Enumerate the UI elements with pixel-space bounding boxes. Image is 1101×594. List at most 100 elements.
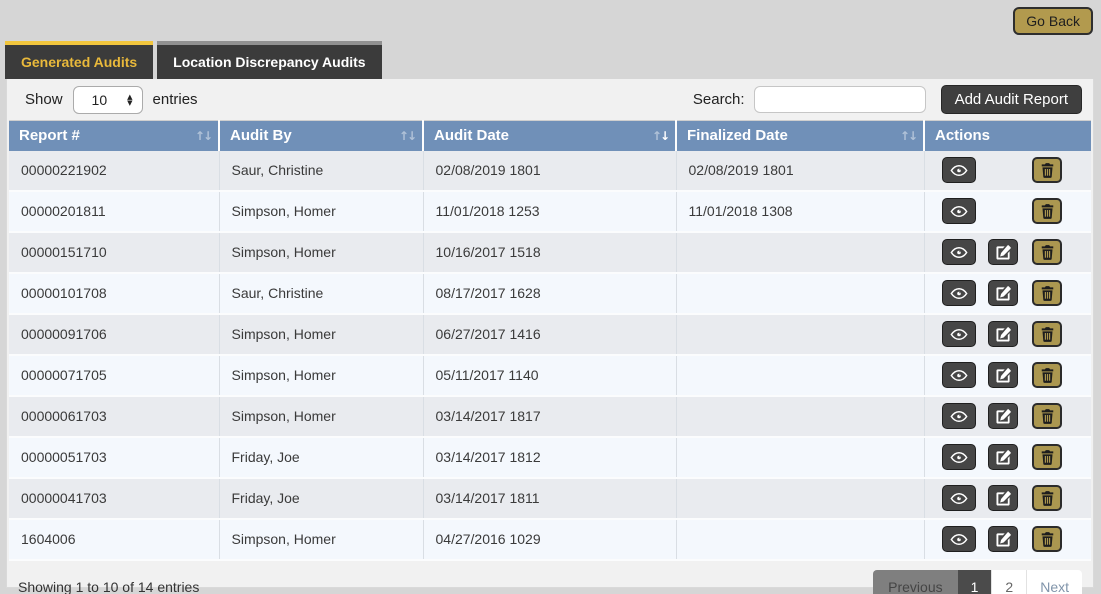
- view-button[interactable]: [942, 280, 976, 306]
- delete-button[interactable]: [1032, 362, 1062, 388]
- column-header-audit-by[interactable]: Audit By↑↓: [219, 121, 423, 151]
- cell-actions: [924, 314, 1091, 355]
- delete-button[interactable]: [1032, 403, 1062, 429]
- cell-audit-date: 11/01/2018 1253: [423, 191, 676, 232]
- show-entries-select[interactable]: 10 ▲▼: [73, 86, 143, 114]
- edit-button[interactable]: [988, 321, 1018, 347]
- action-slot: [937, 321, 981, 347]
- edit-icon: [996, 491, 1011, 506]
- cell-audit-by: Friday, Joe: [219, 437, 423, 478]
- action-slot: [1025, 444, 1069, 470]
- view-button[interactable]: [942, 198, 976, 224]
- cell-audit-date: 08/17/2017 1628: [423, 273, 676, 314]
- tab-location-discrepancy-audits[interactable]: Location Discrepancy Audits: [157, 41, 381, 79]
- view-button[interactable]: [942, 485, 976, 511]
- cell-actions: [924, 273, 1091, 314]
- cell-audit-by: Saur, Christine: [219, 273, 423, 314]
- cell-report-number: 00000071705: [9, 355, 219, 396]
- delete-button[interactable]: [1032, 280, 1062, 306]
- eye-icon: [950, 328, 968, 341]
- table-row: 00000201811Simpson, Homer11/01/2018 1253…: [9, 191, 1091, 232]
- page-button-2[interactable]: 2: [991, 570, 1026, 594]
- delete-button[interactable]: [1032, 198, 1062, 224]
- cell-finalized-date: [676, 519, 924, 560]
- cell-audit-date: 05/11/2017 1140: [423, 355, 676, 396]
- show-label: Show: [25, 91, 63, 108]
- cell-audit-by: Simpson, Homer: [219, 355, 423, 396]
- action-slot: [937, 444, 981, 470]
- table-row: 00000061703Simpson, Homer03/14/2017 1817: [9, 396, 1091, 437]
- edit-icon: [996, 532, 1011, 547]
- eye-icon: [950, 533, 968, 546]
- sort-icon: ↑↓: [195, 129, 211, 143]
- action-slot: [981, 485, 1025, 511]
- next-page-button[interactable]: Next: [1026, 570, 1082, 594]
- view-button[interactable]: [942, 526, 976, 552]
- action-slot: [937, 485, 981, 511]
- tab-label: Location Discrepancy Audits: [173, 54, 365, 70]
- edit-button[interactable]: [988, 239, 1018, 265]
- cell-finalized-date: [676, 314, 924, 355]
- cell-audit-date: 03/14/2017 1817: [423, 396, 676, 437]
- page-button-1[interactable]: 1: [958, 570, 992, 594]
- action-slot: [981, 280, 1025, 306]
- go-back-button[interactable]: Go Back: [1013, 7, 1093, 35]
- view-button[interactable]: [942, 321, 976, 347]
- cell-report-number: 00000221902: [9, 151, 219, 191]
- cell-actions: [924, 478, 1091, 519]
- edit-button[interactable]: [988, 485, 1018, 511]
- trash-icon: [1041, 204, 1054, 219]
- action-slot: [1025, 280, 1069, 306]
- previous-page-button[interactable]: Previous: [873, 570, 957, 594]
- column-header-report[interactable]: Report #↑↓: [9, 121, 219, 151]
- delete-button[interactable]: [1032, 444, 1062, 470]
- delete-button[interactable]: [1032, 526, 1062, 552]
- action-slot: [1025, 485, 1069, 511]
- cell-finalized-date: [676, 273, 924, 314]
- view-button[interactable]: [942, 362, 976, 388]
- trash-icon: [1041, 450, 1054, 465]
- column-header-audit-date[interactable]: Audit Date↑↓: [423, 121, 676, 151]
- delete-button[interactable]: [1032, 321, 1062, 347]
- trash-icon: [1041, 409, 1054, 424]
- column-header-finalized-date[interactable]: Finalized Date↑↓: [676, 121, 924, 151]
- eye-icon: [950, 451, 968, 464]
- view-button[interactable]: [942, 157, 976, 183]
- column-label: Finalized Date: [687, 127, 788, 144]
- eye-icon: [950, 246, 968, 259]
- action-slot: [937, 526, 981, 552]
- cell-audit-date: 02/08/2019 1801: [423, 151, 676, 191]
- eye-icon: [950, 369, 968, 382]
- delete-button[interactable]: [1032, 239, 1062, 265]
- view-button[interactable]: [942, 403, 976, 429]
- delete-button[interactable]: [1032, 485, 1062, 511]
- edit-button[interactable]: [988, 280, 1018, 306]
- table-toolbar: Show 10 ▲▼ entries Search: Add Audit Rep…: [7, 79, 1093, 120]
- action-slot: [1025, 362, 1069, 388]
- tab-generated-audits[interactable]: Generated Audits: [5, 41, 153, 79]
- cell-audit-by: Simpson, Homer: [219, 314, 423, 355]
- show-entries-value: 10: [92, 92, 108, 108]
- action-slot: [937, 362, 981, 388]
- action-slot: [937, 157, 981, 183]
- edit-button[interactable]: [988, 362, 1018, 388]
- view-button[interactable]: [942, 444, 976, 470]
- view-button[interactable]: [942, 239, 976, 265]
- edit-icon: [996, 327, 1011, 342]
- cell-audit-date: 03/14/2017 1811: [423, 478, 676, 519]
- add-audit-report-button[interactable]: Add Audit Report: [941, 85, 1082, 114]
- cell-finalized-date: [676, 478, 924, 519]
- edit-button[interactable]: [988, 444, 1018, 470]
- search-input[interactable]: [754, 86, 926, 113]
- delete-button[interactable]: [1032, 157, 1062, 183]
- tab-label: Generated Audits: [21, 54, 137, 70]
- cell-finalized-date: [676, 232, 924, 273]
- audits-table: Report #↑↓Audit By↑↓Audit Date↑↓Finalize…: [9, 120, 1091, 561]
- tab-bar: Generated Audits Location Discrepancy Au…: [0, 41, 1101, 79]
- cell-audit-by: Simpson, Homer: [219, 396, 423, 437]
- cell-audit-by: Friday, Joe: [219, 478, 423, 519]
- eye-icon: [950, 410, 968, 423]
- edit-button[interactable]: [988, 403, 1018, 429]
- edit-button[interactable]: [988, 526, 1018, 552]
- table-row: 00000101708Saur, Christine08/17/2017 162…: [9, 273, 1091, 314]
